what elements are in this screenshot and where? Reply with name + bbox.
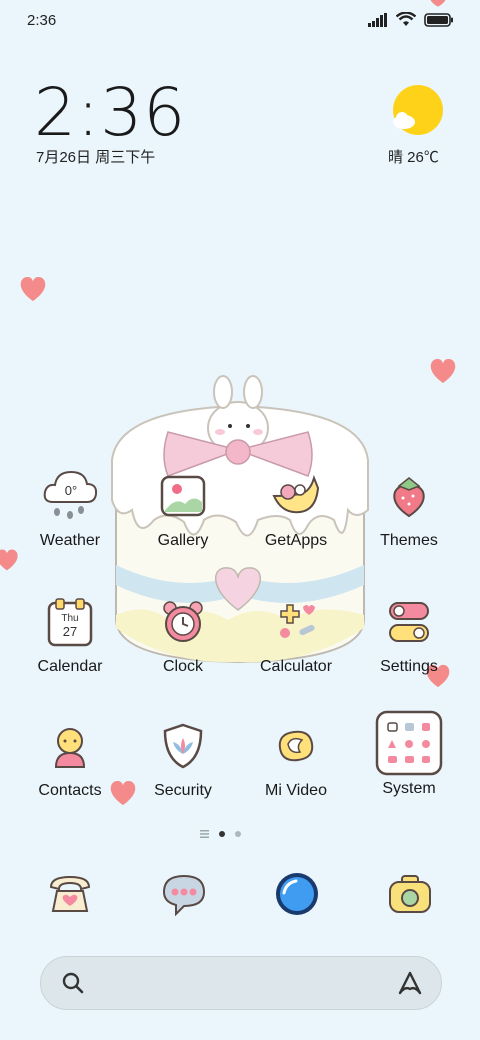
app-label: Mi Video bbox=[265, 782, 327, 799]
heart-icon bbox=[20, 276, 46, 301]
strawberry-icon bbox=[379, 466, 439, 526]
page-list-icon bbox=[200, 830, 209, 838]
app-gallery[interactable]: Gallery bbox=[127, 466, 239, 550]
app-security[interactable]: Security bbox=[127, 716, 239, 800]
camera-icon bbox=[389, 875, 431, 913]
folder-grid-icon bbox=[375, 710, 443, 776]
app-mi-video[interactable]: Mi Video bbox=[240, 716, 352, 800]
app-getapps[interactable]: GetApps bbox=[240, 466, 352, 550]
status-time: 2:36 bbox=[27, 12, 57, 29]
dock-browser[interactable] bbox=[267, 864, 327, 924]
app-calendar[interactable]: Thu 27 Calendar bbox=[14, 592, 126, 676]
assistant-icon[interactable] bbox=[396, 969, 424, 997]
calendar-day: Thu bbox=[61, 613, 78, 624]
page-indicator[interactable] bbox=[200, 830, 241, 838]
app-label: Calendar bbox=[37, 658, 103, 675]
app-label: Calculator bbox=[259, 658, 333, 675]
app-clock[interactable]: Clock bbox=[127, 592, 239, 676]
app-label: System bbox=[382, 780, 436, 797]
app-label: Security bbox=[154, 782, 212, 799]
contacts-icon bbox=[40, 716, 100, 776]
shield-icon bbox=[153, 716, 213, 776]
app-label: Weather bbox=[39, 532, 101, 549]
dock-phone[interactable] bbox=[40, 864, 100, 924]
folder-system[interactable]: System bbox=[353, 710, 465, 798]
calculator-icon bbox=[266, 592, 326, 652]
calendar-date: 27 bbox=[63, 624, 77, 639]
video-icon bbox=[266, 716, 326, 776]
app-themes[interactable]: Themes bbox=[353, 466, 465, 550]
app-contacts[interactable]: Contacts bbox=[14, 716, 126, 800]
wifi-icon bbox=[396, 12, 416, 26]
browser-icon bbox=[276, 873, 318, 915]
weather-temp: 0° bbox=[65, 483, 77, 498]
heart-icon bbox=[0, 549, 18, 571]
page-dot bbox=[235, 831, 241, 837]
app-label: GetApps bbox=[264, 532, 328, 549]
app-calculator[interactable]: Calculator bbox=[240, 592, 352, 676]
sun-cloud-icon[interactable] bbox=[390, 84, 446, 138]
page-dot-active bbox=[219, 831, 225, 837]
widget-time[interactable]: 2:36 bbox=[34, 74, 186, 151]
app-weather[interactable]: 0° Weather bbox=[14, 466, 126, 550]
dock-camera[interactable] bbox=[380, 864, 440, 924]
heart-icon bbox=[430, 0, 446, 7]
search-bar[interactable] bbox=[40, 956, 442, 1010]
widget-date: 7月26日 周三下午 bbox=[36, 149, 156, 166]
gallery-icon bbox=[153, 466, 213, 526]
app-label: Themes bbox=[380, 532, 438, 549]
getapps-icon bbox=[266, 466, 326, 526]
calendar-icon: Thu 27 bbox=[40, 592, 100, 652]
signal-icon bbox=[368, 12, 387, 27]
weather-cloud-icon: 0° bbox=[40, 466, 100, 526]
app-label: Clock bbox=[162, 658, 203, 675]
dock-messages[interactable] bbox=[154, 864, 214, 924]
alarm-clock-icon bbox=[153, 592, 213, 652]
widget-weather: 晴 26℃ bbox=[388, 149, 439, 166]
heart-icon bbox=[430, 358, 456, 383]
app-label: Contacts bbox=[38, 782, 102, 799]
phone-icon bbox=[49, 875, 91, 912]
messages-icon bbox=[162, 874, 206, 916]
toggle-settings-icon bbox=[379, 592, 439, 652]
app-settings[interactable]: Settings bbox=[353, 592, 465, 676]
app-label: Gallery bbox=[157, 532, 209, 549]
app-label: Settings bbox=[380, 658, 438, 675]
search-icon[interactable] bbox=[61, 971, 85, 995]
status-icons bbox=[368, 12, 454, 27]
battery-icon bbox=[424, 12, 453, 27]
